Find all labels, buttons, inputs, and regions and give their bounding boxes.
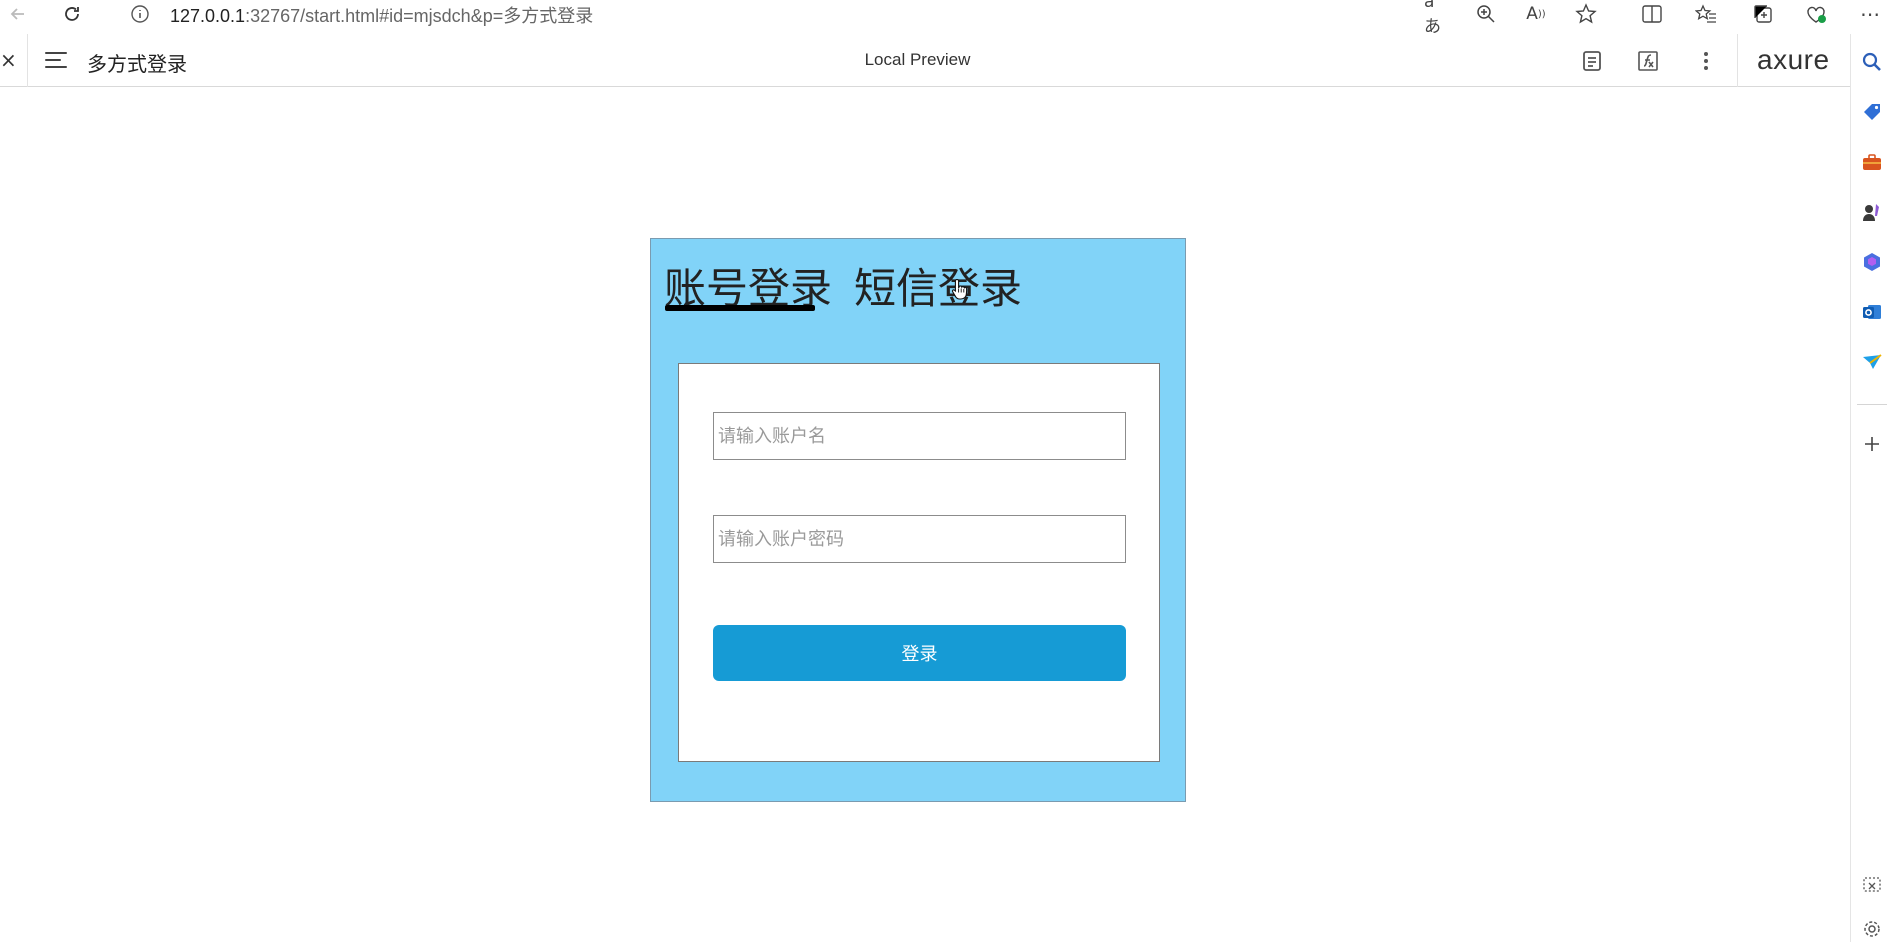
active-tab-indicator [665,305,815,311]
settings-gear-icon[interactable] [1859,916,1885,942]
axure-preview-toolbar: × 多方式登录 Local Preview axure [0,34,1850,87]
url-host: 127.0.0.1 [170,6,246,26]
tab-sms-login[interactable]: 短信登录 [854,255,1022,316]
address-bar[interactable]: 127.0.0.1:32767/start.html#id=mjsdch&p=多… [170,2,593,28]
browser-health-icon[interactable] [1804,2,1828,26]
translate-icon[interactable]: aあ [1424,0,1448,37]
copilot-icon[interactable] [1859,249,1885,275]
add-icon[interactable] [1859,431,1885,457]
password-input[interactable] [713,515,1126,563]
shopping-tag-icon[interactable] [1859,99,1885,125]
axure-logo: axure [1757,44,1830,75]
back-arrow-icon[interactable] [6,2,30,26]
login-panel: 账号登录 短信登录 登录 [650,238,1186,802]
toolbar-divider [1737,34,1738,87]
tools-briefcase-icon[interactable] [1859,149,1885,175]
preview-title: Local Preview [864,50,971,69]
favorites-list-icon[interactable] [1694,2,1718,26]
more-options-icon[interactable]: ⋯ [1858,2,1882,26]
more-vertical-icon[interactable] [1693,48,1719,74]
outlook-icon[interactable] [1859,299,1885,325]
zoom-icon[interactable] [1474,2,1498,26]
account-input[interactable] [713,412,1126,460]
hand-cursor-icon [951,278,969,300]
reload-icon[interactable] [60,2,84,26]
variables-icon[interactable] [1635,48,1661,74]
screenshot-select-icon[interactable] [1859,872,1885,898]
browser-sidebar [1850,34,1892,942]
favorite-star-icon[interactable] [1574,2,1598,26]
send-icon[interactable] [1859,349,1885,375]
browser-toolbar: 127.0.0.1:32767/start.html#id=mjsdch&p=多… [0,0,1892,37]
login-form: 登录 [678,363,1160,762]
url-path: :32767/start.html#id=mjsdch&p=多方式登录 [245,6,594,26]
sidebar-divider [1857,404,1887,405]
split-screen-icon[interactable] [1640,2,1664,26]
games-icon[interactable] [1859,199,1885,225]
search-icon[interactable] [1859,49,1885,75]
login-button[interactable]: 登录 [713,625,1126,681]
collections-icon[interactable] [1751,2,1775,26]
site-info-icon[interactable] [128,2,152,26]
read-aloud-icon[interactable]: A)) [1524,2,1548,26]
notes-icon[interactable] [1579,48,1605,74]
